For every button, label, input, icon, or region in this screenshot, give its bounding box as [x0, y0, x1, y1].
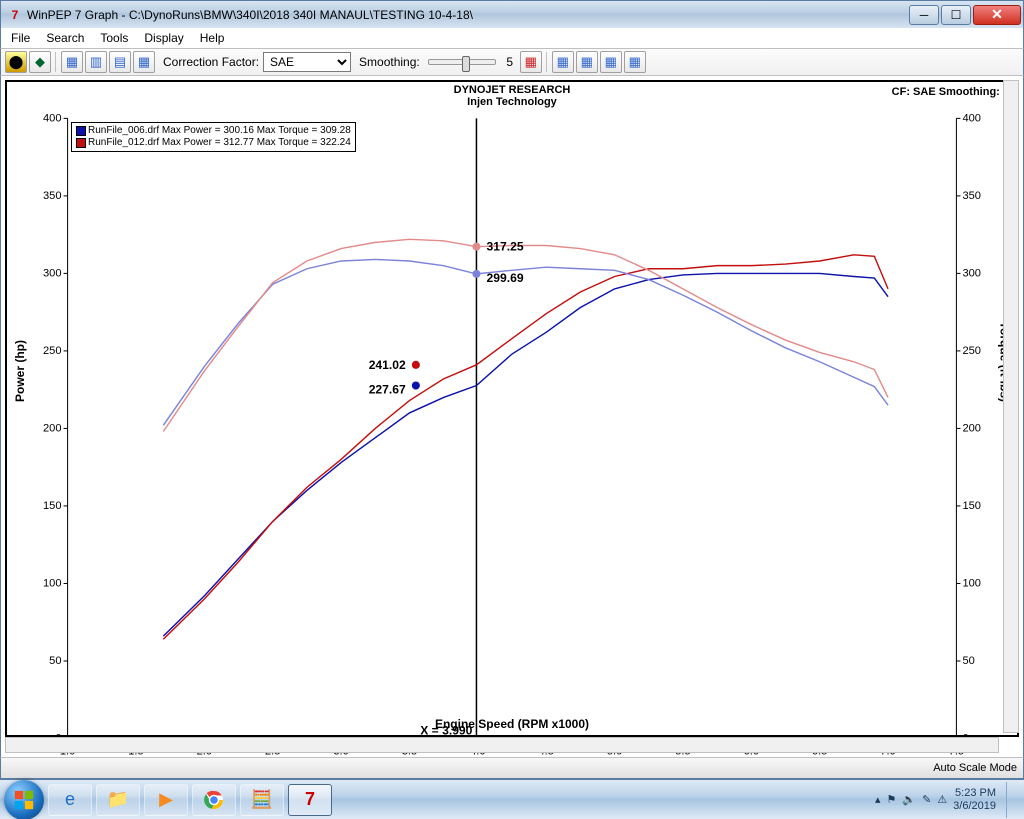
svg-text:100: 100	[962, 577, 981, 589]
chart-canvas[interactable]: 0050501001001501502002002502503003003503…	[7, 82, 1017, 757]
tray-up-icon[interactable]: ▴	[875, 793, 881, 806]
smoothing-value: 5	[502, 55, 518, 69]
menu-help[interactable]: Help	[194, 30, 231, 46]
app-icon: 7	[7, 7, 23, 23]
menu-search[interactable]: Search	[40, 30, 90, 46]
svg-text:200: 200	[43, 422, 62, 434]
start-button[interactable]	[4, 780, 44, 819]
toolbar-grid-4[interactable]: ▦	[133, 51, 155, 73]
toolbar-btn-2[interactable]: ◆	[29, 51, 51, 73]
task-calc[interactable]: 🧮	[240, 784, 284, 816]
toolbar-btn-1[interactable]: ⬤	[5, 51, 27, 73]
scrollbar-vertical[interactable]	[1003, 80, 1019, 733]
x-axis-label: Engine Speed (RPM x1000)	[7, 717, 1017, 731]
svg-text:400: 400	[43, 112, 62, 124]
toolbar: ⬤ ◆ ▦ ▥ ▤ ▦ Correction Factor: SAE Smoot…	[0, 48, 1024, 76]
task-explorer[interactable]: 📁	[96, 784, 140, 816]
svg-text:50: 50	[962, 655, 974, 667]
toolbar-clear-btn[interactable]: ▦	[520, 51, 542, 73]
svg-text:241.02: 241.02	[369, 358, 406, 372]
tray-date: 3/6/2019	[953, 800, 996, 812]
svg-text:317.25: 317.25	[487, 240, 524, 254]
window-title: WinPEP 7 Graph - C:\DynoRuns\BMW\340I\20…	[27, 8, 907, 22]
menu-display[interactable]: Display	[138, 30, 189, 46]
scrollbar-horizontal[interactable]	[5, 737, 999, 753]
task-chrome[interactable]	[192, 784, 236, 816]
svg-text:300: 300	[43, 267, 62, 279]
cf-label: Correction Factor:	[163, 55, 259, 69]
toolbar-grid-1[interactable]: ▦	[61, 51, 83, 73]
toolbar-grid-7[interactable]: ▦	[600, 51, 622, 73]
svg-text:150: 150	[962, 500, 981, 512]
tray-clock[interactable]: 5:23 PM 3/6/2019	[953, 787, 996, 811]
show-desktop-button[interactable]	[1006, 782, 1016, 818]
chart: DYNOJET RESEARCH Injen Technology CF: SA…	[5, 80, 1019, 737]
tray-volume-icon[interactable]: 🔈	[902, 793, 916, 806]
taskbar: e 📁 ▶ 🧮 7 ▴ ⚑ 🔈 ✎ ⚠ 5:23 PM 3/6/2019	[0, 779, 1024, 819]
tray-flag-icon[interactable]: ⚑	[887, 793, 897, 806]
status-mode: Auto Scale Mode	[933, 762, 1017, 774]
svg-text:400: 400	[962, 112, 981, 124]
svg-text:250: 250	[43, 345, 62, 357]
toolbar-grid-8[interactable]: ▦	[624, 51, 646, 73]
tray-time: 5:23 PM	[953, 787, 996, 799]
svg-text:250: 250	[962, 345, 981, 357]
svg-text:50: 50	[49, 655, 61, 667]
y-axis-left-label: Power (hp)	[13, 340, 27, 402]
svg-text:227.67: 227.67	[369, 383, 406, 397]
tray-pen-icon[interactable]: ✎	[922, 793, 931, 806]
statusbar: Auto Scale Mode	[0, 757, 1024, 779]
toolbar-grid-3[interactable]: ▤	[109, 51, 131, 73]
svg-text:200: 200	[962, 422, 981, 434]
svg-text:150: 150	[43, 500, 62, 512]
menu-file[interactable]: File	[5, 30, 36, 46]
toolbar-grid-5[interactable]: ▦	[552, 51, 574, 73]
task-winpep[interactable]: 7	[288, 784, 332, 816]
menubar: File Search Tools Display Help	[0, 28, 1024, 48]
svg-text:300: 300	[962, 267, 981, 279]
svg-text:350: 350	[43, 190, 62, 202]
toolbar-grid-2[interactable]: ▥	[85, 51, 107, 73]
chrome-icon	[204, 790, 224, 810]
system-tray: ▴ ⚑ 🔈 ✎ ⚠ 5:23 PM 3/6/2019	[875, 782, 1020, 818]
smoothing-label: Smoothing:	[359, 55, 420, 69]
cf-select[interactable]: SAE	[263, 52, 351, 72]
maximize-button[interactable]: ☐	[941, 5, 971, 25]
svg-text:100: 100	[43, 577, 62, 589]
svg-text:350: 350	[962, 190, 981, 202]
svg-text:299.69: 299.69	[487, 271, 524, 285]
task-mediaplayer[interactable]: ▶	[144, 784, 188, 816]
windows-logo-icon	[13, 789, 35, 811]
task-ie[interactable]: e	[48, 784, 92, 816]
titlebar: 7 WinPEP 7 Graph - C:\DynoRuns\BMW\340I\…	[0, 0, 1024, 28]
content-area: DYNOJET RESEARCH Injen Technology CF: SA…	[0, 76, 1024, 757]
minimize-button[interactable]: ─	[909, 5, 939, 25]
toolbar-sep2	[546, 52, 548, 72]
tray-network-icon[interactable]: ⚠	[937, 793, 947, 806]
toolbar-grid-6[interactable]: ▦	[576, 51, 598, 73]
close-button[interactable]: ✕	[973, 5, 1021, 25]
menu-tools[interactable]: Tools	[94, 30, 134, 46]
smoothing-slider[interactable]	[428, 59, 496, 65]
toolbar-sep	[55, 52, 57, 72]
